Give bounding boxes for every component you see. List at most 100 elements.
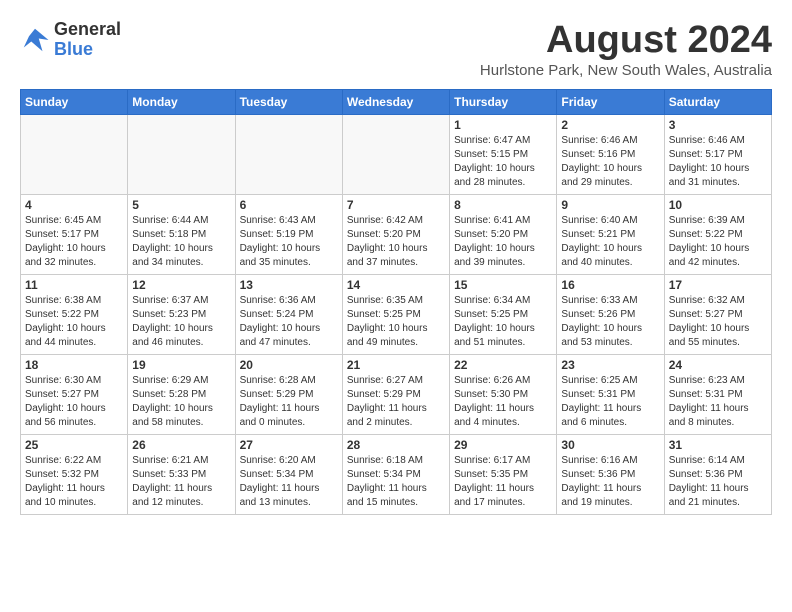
day-number: 14	[347, 278, 445, 292]
day-info: Sunrise: 6:18 AMSunset: 5:34 PMDaylight:…	[347, 454, 445, 510]
calendar-cell: 12Sunrise: 6:37 AMSunset: 5:23 PMDayligh…	[128, 274, 235, 354]
day-number: 2	[561, 118, 659, 132]
calendar-table: SundayMondayTuesdayWednesdayThursdayFrid…	[20, 89, 772, 515]
day-number: 18	[25, 358, 123, 372]
header-day: Thursday	[450, 89, 557, 114]
calendar-cell: 14 Sunrise: 6:35 AMSunset: 5:25 PMDayligh…	[342, 274, 449, 354]
calendar-cell: 1 Sunrise: 6:47 AMSunset: 5:15 PMDaylight…	[450, 114, 557, 194]
calendar-cell	[128, 114, 235, 194]
header-day: Tuesday	[235, 89, 342, 114]
day-number: 20	[240, 358, 338, 372]
logo-general: General	[54, 20, 121, 40]
calendar-cell	[235, 114, 342, 194]
day-info: Sunrise: 6:32 AMSunset: 5:27 PMDaylight:…	[669, 294, 767, 350]
calendar-cell: 23Sunrise: 6:25 AMSunset: 5:31 PMDayligh…	[557, 354, 664, 434]
day-number: 16	[561, 278, 659, 292]
day-number: 9	[561, 198, 659, 212]
month-title: August 2024	[480, 20, 772, 62]
day-number: 21	[347, 358, 445, 372]
day-info: Sunrise: 6:38 AMSunset: 5:22 PMDaylight:…	[25, 294, 123, 350]
day-info: Sunrise: 6:43 AMSunset: 5:19 PMDaylight:…	[240, 214, 338, 270]
day-info: Sunrise: 6:41 AMSunset: 5:20 PMDaylight:…	[454, 214, 552, 270]
calendar-cell: 26 Sunrise: 6:21 AMSunset: 5:33 PMDayligh…	[128, 434, 235, 514]
calendar-cell: 11 Sunrise: 6:38 AMSunset: 5:22 PMDayligh…	[21, 274, 128, 354]
day-info: Sunrise: 6:21 AMSunset: 5:33 PMDaylight:…	[132, 454, 230, 510]
calendar-cell: 2Sunrise: 6:46 AMSunset: 5:16 PMDaylight…	[557, 114, 664, 194]
calendar-cell: 18Sunrise: 6:30 AMSunset: 5:27 PMDayligh…	[21, 354, 128, 434]
calendar-cell: 4 Sunrise: 6:45 AMSunset: 5:17 PMDaylight…	[21, 194, 128, 274]
header-day: Saturday	[664, 89, 771, 114]
calendar-cell: 20 Sunrise: 6:28 AMSunset: 5:29 PMDayligh…	[235, 354, 342, 434]
day-number: 25	[25, 438, 123, 452]
day-number: 10	[669, 198, 767, 212]
day-info: Sunrise: 6:47 AMSunset: 5:15 PMDaylight:…	[454, 134, 552, 190]
day-number: 19	[132, 358, 230, 372]
day-info: Sunrise: 6:16 AMSunset: 5:36 PMDaylight:…	[561, 454, 659, 510]
day-number: 30	[561, 438, 659, 452]
day-number: 4	[25, 198, 123, 212]
location-title: Hurlstone Park, New South Wales, Austral…	[480, 62, 772, 79]
day-info: Sunrise: 6:35 AMSunset: 5:25 PMDaylight:…	[347, 294, 445, 350]
day-info: Sunrise: 6:42 AMSunset: 5:20 PMDaylight:…	[347, 214, 445, 270]
day-number: 24	[669, 358, 767, 372]
header-row: SundayMondayTuesdayWednesdayThursdayFrid…	[21, 89, 772, 114]
day-number: 28	[347, 438, 445, 452]
day-number: 11	[25, 278, 123, 292]
header-day: Wednesday	[342, 89, 449, 114]
calendar-cell: 7Sunrise: 6:42 AMSunset: 5:20 PMDaylight…	[342, 194, 449, 274]
day-info: Sunrise: 6:22 AMSunset: 5:32 PMDaylight:…	[25, 454, 123, 510]
day-number: 17	[669, 278, 767, 292]
calendar-cell: 13 Sunrise: 6:36 AMSunset: 5:24 PMDayligh…	[235, 274, 342, 354]
calendar-cell: 28 Sunrise: 6:18 AMSunset: 5:34 PMDayligh…	[342, 434, 449, 514]
day-info: Sunrise: 6:20 AMSunset: 5:34 PMDaylight:…	[240, 454, 338, 510]
day-number: 13	[240, 278, 338, 292]
calendar-week-row: 4 Sunrise: 6:45 AMSunset: 5:17 PMDaylight…	[21, 194, 772, 274]
logo: General Blue	[20, 20, 121, 60]
day-number: 3	[669, 118, 767, 132]
calendar-cell	[21, 114, 128, 194]
day-info: Sunrise: 6:28 AMSunset: 5:29 PMDaylight:…	[240, 374, 338, 430]
calendar-cell: 10 Sunrise: 6:39 AMSunset: 5:22 PMDayligh…	[664, 194, 771, 274]
day-info: Sunrise: 6:46 AMSunset: 5:17 PMDaylight:…	[669, 134, 767, 190]
day-info: Sunrise: 6:45 AMSunset: 5:17 PMDaylight:…	[25, 214, 123, 270]
day-number: 6	[240, 198, 338, 212]
header: General Blue August 2024 Hurlstone Park,…	[20, 20, 772, 79]
calendar-cell: 3 Sunrise: 6:46 AMSunset: 5:17 PMDaylight…	[664, 114, 771, 194]
day-info: Sunrise: 6:37 AMSunset: 5:23 PMDaylight:…	[132, 294, 230, 350]
calendar-cell: 24 Sunrise: 6:23 AMSunset: 5:31 PMDayligh…	[664, 354, 771, 434]
calendar-cell: 25 Sunrise: 6:22 AMSunset: 5:32 PMDayligh…	[21, 434, 128, 514]
calendar-cell: 6 Sunrise: 6:43 AMSunset: 5:19 PMDaylight…	[235, 194, 342, 274]
day-number: 8	[454, 198, 552, 212]
calendar-week-row: 1 Sunrise: 6:47 AMSunset: 5:15 PMDaylight…	[21, 114, 772, 194]
day-number: 5	[132, 198, 230, 212]
calendar-cell: 15 Sunrise: 6:34 AMSunset: 5:25 PMDayligh…	[450, 274, 557, 354]
day-info: Sunrise: 6:33 AMSunset: 5:26 PMDaylight:…	[561, 294, 659, 350]
calendar-cell: 16 Sunrise: 6:33 AMSunset: 5:26 PMDayligh…	[557, 274, 664, 354]
day-number: 27	[240, 438, 338, 452]
day-number: 15	[454, 278, 552, 292]
day-info: Sunrise: 6:36 AMSunset: 5:24 PMDaylight:…	[240, 294, 338, 350]
header-day: Friday	[557, 89, 664, 114]
calendar-cell: 8 Sunrise: 6:41 AMSunset: 5:20 PMDaylight…	[450, 194, 557, 274]
day-info: Sunrise: 6:40 AMSunset: 5:21 PMDaylight:…	[561, 214, 659, 270]
day-info: Sunrise: 6:14 AMSunset: 5:36 PMDaylight:…	[669, 454, 767, 510]
bird-icon	[20, 25, 50, 55]
day-number: 1	[454, 118, 552, 132]
day-number: 29	[454, 438, 552, 452]
calendar-week-row: 18Sunrise: 6:30 AMSunset: 5:27 PMDayligh…	[21, 354, 772, 434]
title-section: August 2024 Hurlstone Park, New South Wa…	[480, 20, 772, 79]
day-info: Sunrise: 6:29 AMSunset: 5:28 PMDaylight:…	[132, 374, 230, 430]
day-number: 22	[454, 358, 552, 372]
day-info: Sunrise: 6:34 AMSunset: 5:25 PMDaylight:…	[454, 294, 552, 350]
calendar-week-row: 11 Sunrise: 6:38 AMSunset: 5:22 PMDayligh…	[21, 274, 772, 354]
day-number: 31	[669, 438, 767, 452]
day-number: 26	[132, 438, 230, 452]
calendar-cell: 30 Sunrise: 6:16 AMSunset: 5:36 PMDayligh…	[557, 434, 664, 514]
calendar-cell: 31 Sunrise: 6:14 AMSunset: 5:36 PMDayligh…	[664, 434, 771, 514]
calendar-cell: 19 Sunrise: 6:29 AMSunset: 5:28 PMDayligh…	[128, 354, 235, 434]
calendar-cell: 22Sunrise: 6:26 AMSunset: 5:30 PMDayligh…	[450, 354, 557, 434]
day-info: Sunrise: 6:23 AMSunset: 5:31 PMDaylight:…	[669, 374, 767, 430]
header-day: Sunday	[21, 89, 128, 114]
day-info: Sunrise: 6:27 AMSunset: 5:29 PMDaylight:…	[347, 374, 445, 430]
day-info: Sunrise: 6:39 AMSunset: 5:22 PMDaylight:…	[669, 214, 767, 270]
